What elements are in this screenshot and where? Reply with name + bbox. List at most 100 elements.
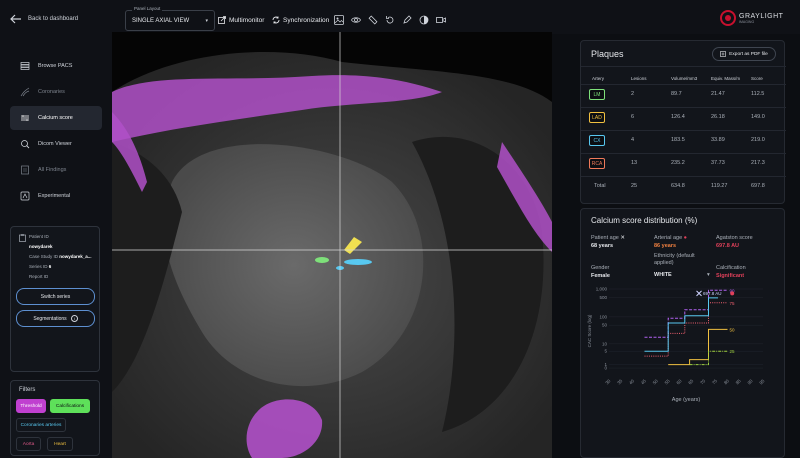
ethnicity-value[interactable]: WHITE [654, 272, 672, 278]
patient-age-value: 68 years [591, 243, 614, 249]
filter-chip-calcifications[interactable]: Calcifications [50, 399, 90, 413]
calcium-icon [21, 115, 29, 121]
sidebar-item-all-findings[interactable]: All Findings [10, 158, 102, 182]
case-study-value: nowydarek_a... [59, 254, 92, 259]
x-tick-label: 80 [723, 378, 730, 385]
status-dot-icon: ● [683, 235, 687, 241]
close-icon[interactable]: ✕ [620, 235, 625, 241]
panel-layout-label: Panel Layout [132, 6, 163, 11]
total-volume: 634.8 [671, 183, 685, 189]
contrast-icon[interactable] [419, 15, 429, 25]
y-tick-label: 500 [599, 295, 607, 300]
ruler-icon[interactable] [368, 15, 378, 25]
rotate-icon[interactable] [385, 15, 395, 25]
back-to-dashboard-button[interactable]: Back to dashboard [10, 14, 78, 24]
artery-badge[interactable]: CX [589, 135, 605, 146]
sync-label: Synchronization [283, 16, 330, 24]
x-axis-label: Age (years) [672, 397, 701, 403]
col-score: Score [751, 76, 763, 81]
table-divider [581, 66, 786, 67]
multimonitor-label: Multimonitor [229, 16, 265, 24]
patient-marker-icon [696, 290, 702, 297]
agatston-value: 697.8 AU [716, 243, 740, 249]
total-label: Total [594, 183, 606, 189]
x-tick-label: 90 [747, 378, 754, 385]
multimonitor-button[interactable]: Multimonitor [218, 16, 264, 24]
series-line-50 [668, 328, 728, 366]
sidebar-item-coronaries[interactable]: Coronaries [10, 80, 102, 104]
sidebar: Browse PACS Coronaries Calcium score Dicom … [0, 34, 112, 458]
image-icon[interactable] [334, 15, 344, 25]
export-label: Export as PDF file [729, 51, 768, 57]
sidebar-item-calcium-score[interactable]: Calcium score [10, 106, 102, 130]
case-study-label: Case Study ID [29, 254, 59, 259]
cell-mass: 37.73 [711, 160, 725, 166]
artery-badge[interactable]: LAD [589, 112, 605, 123]
cell-mass: 26.18 [711, 114, 725, 120]
case-study-row: Case Study ID nowydarek_a... [29, 254, 92, 259]
filter-chip-aorta[interactable]: Aorta [16, 437, 41, 451]
cell-lesions: 4 [631, 137, 635, 143]
series-line-25 [689, 350, 728, 366]
x-tick-label: 85 [735, 378, 742, 385]
series-row: Series ID 6 [29, 264, 51, 269]
plaques-title: Plaques [591, 49, 624, 59]
y-tick-label: 100 [599, 314, 607, 319]
coronaries-icon [20, 87, 30, 97]
filter-chip-coronaries-arteries[interactable]: Coronaries arteries [16, 418, 66, 432]
sidebar-item-label: Dicom Viewer [38, 141, 72, 147]
sidebar-item-dicom-viewer[interactable]: Dicom Viewer [10, 132, 102, 156]
filter-chip-heart[interactable]: Heart [47, 437, 73, 451]
eye-icon[interactable] [351, 15, 361, 25]
filter-chip-threshold[interactable]: Threshold [16, 399, 46, 413]
chevron-down-icon[interactable]: ▾ [707, 272, 710, 278]
gender-label: Gender [591, 265, 610, 271]
cell-volume: 183.5 [671, 137, 685, 143]
cell-score: 219.0 [751, 137, 765, 143]
x-tick-label: 45 [640, 378, 647, 385]
export-pdf-button[interactable]: Export as PDF file [712, 47, 776, 61]
artery-badge[interactable]: RCA [589, 158, 605, 169]
sync-icon [272, 16, 280, 24]
ethnicity-label: Ethnicity (default applied) [654, 253, 695, 266]
series-label: 25 [729, 349, 735, 354]
sidebar-item-label: Browse PACS [38, 63, 73, 69]
cell-score: 149.0 [751, 114, 765, 120]
y-axis-label: CAC Score (log) [587, 314, 592, 347]
series-label: 75 [729, 301, 735, 306]
filters-title: Filters [19, 387, 36, 393]
synchronization-button[interactable]: Synchronization [272, 16, 329, 24]
distribution-title: Calcium score distribution (%) [591, 216, 698, 225]
sidebar-item-label: All Findings [38, 167, 67, 173]
graylight-logo: GRAYLIGHT IMAGING [720, 10, 783, 26]
x-tick-label: 35 [616, 378, 623, 385]
x-tick-label: 65 [687, 378, 694, 385]
cell-volume: 89.7 [671, 91, 682, 97]
sidebar-item-experimental[interactable]: Experimental [10, 184, 102, 208]
cell-lesions: 6 [631, 114, 635, 120]
video-icon[interactable] [436, 15, 446, 25]
total-mass: 119.27 [711, 183, 728, 189]
ct-viewer[interactable] [112, 32, 552, 458]
x-tick-label: 75 [711, 378, 718, 385]
col-volume: Volume/mm3 [671, 76, 698, 81]
patient-card: Patient ID nowydarek Case Study ID nowyd… [10, 226, 100, 372]
panel-layout-select[interactable]: Panel Layout SINGLE AXIAL VIEW ▾ [125, 6, 215, 31]
switch-series-button[interactable]: Switch series [16, 288, 95, 305]
chevron-down-icon: ▾ [205, 18, 208, 24]
sidebar-item-label: Coronaries [38, 89, 65, 95]
x-tick-label: 50 [652, 378, 659, 385]
cell-volume: 126.4 [671, 114, 685, 120]
ct-axial-slice [112, 32, 552, 458]
pen-icon[interactable] [402, 15, 412, 25]
segmentations-button[interactable]: Segmentations i [16, 310, 95, 327]
panel-layout-value: SINGLE AXIAL VIEW [132, 18, 190, 24]
top-bar: Back to dashboard Panel Layout SINGLE AX… [0, 0, 800, 34]
col-mass: Equiv. Mass/m [711, 76, 741, 81]
artery-badge[interactable]: LM [589, 89, 605, 100]
sidebar-nav: Browse PACS Coronaries Calcium score Dicom … [10, 54, 102, 210]
sidebar-item-browse-pacs[interactable]: Browse PACS [10, 54, 102, 78]
row-divider [581, 107, 786, 108]
row-divider [581, 176, 786, 177]
calcification-cx [344, 259, 372, 265]
